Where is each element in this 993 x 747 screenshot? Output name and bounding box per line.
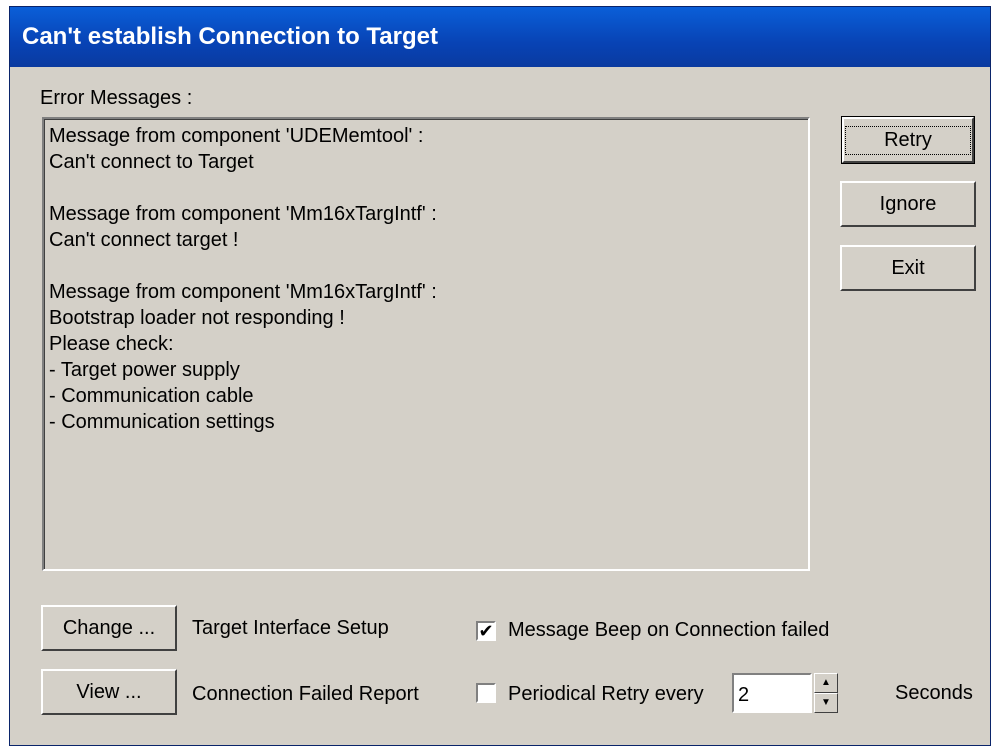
arrow-down-icon: ▼: [821, 697, 831, 708]
message-beep-label: Message Beep on Connection failed: [508, 619, 830, 641]
target-interface-setup-label: Target Interface Setup: [192, 617, 389, 639]
arrow-up-icon: ▲: [821, 677, 831, 688]
view-button[interactable]: View ...: [41, 669, 177, 715]
change-button-label: Change ...: [62, 616, 156, 639]
retry-button[interactable]: Retry: [841, 116, 975, 164]
exit-button[interactable]: Exit: [840, 245, 976, 291]
periodical-retry-label: Periodical Retry every: [508, 683, 704, 705]
message-line: Message from component 'UDEMemtool' :: [49, 125, 424, 147]
message-line: Bootstrap loader not responding !: [49, 307, 345, 329]
ignore-button[interactable]: Ignore: [840, 181, 976, 227]
message-beep-checkbox[interactable]: ✔: [476, 621, 496, 641]
error-messages-box[interactable]: Message from component 'UDEMemtool' : Ca…: [42, 117, 810, 571]
title-bar[interactable]: Can't establish Connection to Target: [10, 7, 990, 67]
message-line: Can't connect to Target: [49, 151, 254, 173]
message-line: - Target power supply: [49, 359, 240, 381]
message-line: Message from component 'Mm16xTargIntf' :: [49, 203, 437, 225]
message-line: [49, 253, 808, 279]
checkmark-icon: ✔: [478, 621, 494, 641]
change-button[interactable]: Change ...: [41, 605, 177, 651]
window-title: Can't establish Connection to Target: [22, 23, 438, 50]
message-line: - Communication cable: [49, 385, 254, 407]
spin-up-button[interactable]: ▲: [814, 673, 838, 693]
ignore-button-label: Ignore: [879, 192, 937, 215]
periodical-retry-checkbox[interactable]: [476, 683, 496, 703]
dialog-window: Can't establish Connection to Target Err…: [9, 6, 991, 746]
message-line: Message from component 'Mm16xTargIntf' :: [49, 281, 437, 303]
retry-interval-input[interactable]: [732, 673, 812, 713]
message-line: - Communication settings: [49, 411, 275, 433]
error-messages-label: Error Messages :: [40, 87, 193, 109]
connection-failed-report-label: Connection Failed Report: [192, 683, 419, 705]
spin-down-button[interactable]: ▼: [814, 693, 838, 713]
view-button-label: View ...: [76, 680, 142, 703]
message-line: Can't connect target !: [49, 229, 239, 251]
exit-button-label: Exit: [891, 256, 925, 279]
seconds-label: Seconds: [895, 682, 973, 704]
message-line: [49, 175, 808, 201]
retry-button-label: Retry: [845, 125, 971, 155]
message-line: Please check:: [49, 333, 174, 355]
